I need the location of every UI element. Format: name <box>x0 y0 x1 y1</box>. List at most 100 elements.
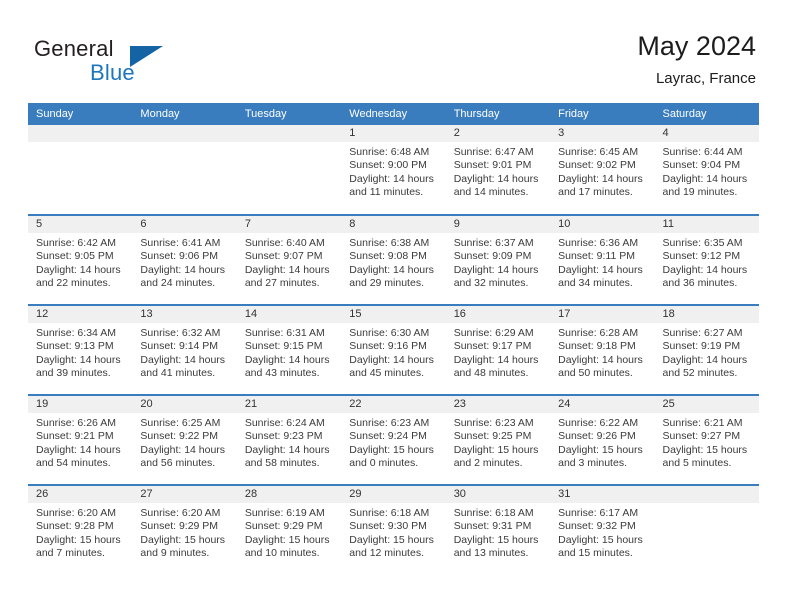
day-cell[interactable]: 19 Sunrise: 6:26 AM Sunset: 9:21 PM Dayl… <box>28 394 133 485</box>
day-details: Sunrise: 6:28 AM Sunset: 9:18 PM Dayligh… <box>550 323 654 380</box>
day-details: Sunrise: 6:44 AM Sunset: 9:04 PM Dayligh… <box>655 142 759 199</box>
sunset-text: Sunset: 9:25 PM <box>453 430 532 443</box>
page-title: May 2024 <box>637 31 756 61</box>
weekday-header-wednesday: Wednesday <box>341 103 446 125</box>
day-cell[interactable]: 1 Sunrise: 6:48 AM Sunset: 9:00 PM Dayli… <box>341 125 446 215</box>
day-number: 5 <box>28 216 133 233</box>
daylight-text-cont: and 45 minutes. <box>349 366 424 379</box>
daylight-text: Daylight: 14 hours <box>140 443 226 456</box>
day-cell[interactable]: 18 Sunrise: 6:27 AM Sunset: 9:19 PM Dayl… <box>654 304 759 395</box>
calendar-week-row: 1 Sunrise: 6:48 AM Sunset: 9:00 PM Dayli… <box>28 125 759 215</box>
day-cell[interactable]: 7 Sunrise: 6:40 AM Sunset: 9:07 PM Dayli… <box>236 214 342 305</box>
day-cell[interactable]: 16 Sunrise: 6:29 AM Sunset: 9:17 PM Dayl… <box>445 304 551 395</box>
day-cell[interactable]: 8 Sunrise: 6:38 AM Sunset: 9:08 PM Dayli… <box>341 214 446 305</box>
day-cell[interactable]: 2 Sunrise: 6:47 AM Sunset: 9:01 PM Dayli… <box>445 125 551 215</box>
daylight-text: Daylight: 14 hours <box>558 263 643 276</box>
page-header: General Blue May 2024 Layrac, France <box>0 0 792 103</box>
sunrise-text: Sunrise: 6:18 AM <box>453 507 534 519</box>
weekday-header-thursday: Thursday <box>445 103 551 125</box>
day-cell[interactable]: 25 Sunrise: 6:21 AM Sunset: 9:27 PM Dayl… <box>654 394 759 485</box>
daylight-text-cont: and 17 minutes. <box>558 185 633 198</box>
daylight-text-cont: and 39 minutes. <box>36 366 111 379</box>
day-cell[interactable]: 15 Sunrise: 6:30 AM Sunset: 9:16 PM Dayl… <box>341 304 446 395</box>
daylight-text: Daylight: 14 hours <box>453 353 539 366</box>
day-cell[interactable]: 24 Sunrise: 6:22 AM Sunset: 9:26 PM Dayl… <box>550 394 655 485</box>
calendar-week-row: 5 Sunrise: 6:42 AM Sunset: 9:05 PM Dayli… <box>28 214 759 305</box>
day-details: Sunrise: 6:47 AM Sunset: 9:01 PM Dayligh… <box>446 142 550 199</box>
day-cell[interactable]: 22 Sunrise: 6:23 AM Sunset: 9:24 PM Dayl… <box>341 394 446 485</box>
daylight-text-cont: and 0 minutes. <box>349 456 419 469</box>
day-cell[interactable]: 21 Sunrise: 6:24 AM Sunset: 9:23 PM Dayl… <box>236 394 342 485</box>
day-cell[interactable]: 12 Sunrise: 6:34 AM Sunset: 9:13 PM Dayl… <box>28 304 133 395</box>
sunrise-text: Sunrise: 6:38 AM <box>349 237 430 249</box>
sunset-text: Sunset: 9:12 PM <box>662 250 741 263</box>
day-cell[interactable]: 31 Sunrise: 6:17 AM Sunset: 9:32 PM Dayl… <box>550 484 655 575</box>
day-cell[interactable]: 9 Sunrise: 6:37 AM Sunset: 9:09 PM Dayli… <box>445 214 551 305</box>
sunrise-text: Sunrise: 6:19 AM <box>244 507 325 519</box>
daylight-text-cont: and 27 minutes. <box>244 276 320 289</box>
day-number: 22 <box>341 396 446 413</box>
sunrise-text: Sunrise: 6:17 AM <box>558 507 639 519</box>
day-cell[interactable]: 4 Sunrise: 6:44 AM Sunset: 9:04 PM Dayli… <box>654 125 759 215</box>
weekday-header-monday: Monday <box>132 103 237 125</box>
sunset-text: Sunset: 9:04 PM <box>662 159 741 172</box>
day-number: 30 <box>445 486 551 503</box>
day-cell[interactable]: 14 Sunrise: 6:31 AM Sunset: 9:15 PM Dayl… <box>236 304 342 395</box>
day-number: 29 <box>341 486 446 503</box>
day-number: 14 <box>236 306 342 323</box>
daylight-text: Daylight: 15 hours <box>558 533 643 546</box>
sunset-text: Sunset: 9:30 PM <box>349 520 427 533</box>
day-cell[interactable]: 28 Sunrise: 6:19 AM Sunset: 9:29 PM Dayl… <box>236 484 342 575</box>
calendar-table: Sunday Monday Tuesday Wednesday Thursday… <box>28 103 759 575</box>
day-cell[interactable]: 23 Sunrise: 6:23 AM Sunset: 9:25 PM Dayl… <box>445 394 551 485</box>
daylight-text-cont: and 10 minutes. <box>244 546 320 559</box>
day-cell[interactable]: 26 Sunrise: 6:20 AM Sunset: 9:28 PM Dayl… <box>28 484 133 575</box>
day-cell[interactable]: 11 Sunrise: 6:35 AM Sunset: 9:12 PM Dayl… <box>654 214 759 305</box>
sunrise-text: Sunrise: 6:18 AM <box>349 507 430 519</box>
daylight-text: Daylight: 15 hours <box>140 533 226 546</box>
daylight-text-cont: and 11 minutes. <box>349 185 424 198</box>
day-cell[interactable]: 3 Sunrise: 6:45 AM Sunset: 9:02 PM Dayli… <box>550 125 655 215</box>
sunrise-text: Sunrise: 6:44 AM <box>662 146 743 158</box>
calendar-week-row: 26 Sunrise: 6:20 AM Sunset: 9:28 PM Dayl… <box>28 484 759 575</box>
calendar-week-row: 19 Sunrise: 6:26 AM Sunset: 9:21 PM Dayl… <box>28 394 759 485</box>
sunset-text: Sunset: 9:29 PM <box>244 520 323 533</box>
daylight-text: Daylight: 14 hours <box>662 172 748 185</box>
daylight-text: Daylight: 14 hours <box>662 353 748 366</box>
sunset-text: Sunset: 9:14 PM <box>140 340 219 353</box>
sunset-text: Sunset: 9:13 PM <box>36 340 114 353</box>
day-cell[interactable]: 6 Sunrise: 6:41 AM Sunset: 9:06 PM Dayli… <box>132 214 237 305</box>
sunset-text: Sunset: 9:07 PM <box>244 250 323 263</box>
day-cell[interactable]: 10 Sunrise: 6:36 AM Sunset: 9:11 PM Dayl… <box>550 214 655 305</box>
day-cell[interactable]: 27 Sunrise: 6:20 AM Sunset: 9:29 PM Dayl… <box>132 484 237 575</box>
daylight-text-cont: and 3 minutes. <box>558 456 627 469</box>
daylight-text: Daylight: 14 hours <box>36 443 121 456</box>
sunset-text: Sunset: 9:27 PM <box>662 430 741 443</box>
day-details: Sunrise: 6:41 AM Sunset: 9:06 PM Dayligh… <box>132 233 236 290</box>
day-number: 10 <box>550 216 655 233</box>
day-details: Sunrise: 6:48 AM Sunset: 9:00 PM Dayligh… <box>341 142 445 199</box>
daylight-text-cont: and 36 minutes. <box>662 276 738 289</box>
sunrise-text: Sunrise: 6:35 AM <box>662 237 743 249</box>
day-details: Sunrise: 6:31 AM Sunset: 9:15 PM Dayligh… <box>237 323 341 380</box>
day-number: 26 <box>28 486 133 503</box>
day-details: Sunrise: 6:23 AM Sunset: 9:24 PM Dayligh… <box>341 413 445 470</box>
daylight-text: Daylight: 14 hours <box>349 172 434 185</box>
sunrise-text: Sunrise: 6:21 AM <box>662 417 743 429</box>
day-cell[interactable]: 29 Sunrise: 6:18 AM Sunset: 9:30 PM Dayl… <box>341 484 446 575</box>
sunset-text: Sunset: 9:23 PM <box>244 430 323 443</box>
day-cell[interactable]: 5 Sunrise: 6:42 AM Sunset: 9:05 PM Dayli… <box>28 214 133 305</box>
general-blue-logo[interactable]: General Blue <box>34 36 214 92</box>
day-cell[interactable]: 13 Sunrise: 6:32 AM Sunset: 9:14 PM Dayl… <box>132 304 237 395</box>
daylight-text-cont: and 43 minutes. <box>244 366 320 379</box>
day-details: Sunrise: 6:25 AM Sunset: 9:22 PM Dayligh… <box>132 413 236 470</box>
calendar-body: 1 Sunrise: 6:48 AM Sunset: 9:00 PM Dayli… <box>28 125 759 575</box>
sunrise-text: Sunrise: 6:36 AM <box>558 237 639 249</box>
day-cell[interactable]: 30 Sunrise: 6:18 AM Sunset: 9:31 PM Dayl… <box>445 484 551 575</box>
day-cell[interactable]: 17 Sunrise: 6:28 AM Sunset: 9:18 PM Dayl… <box>550 304 655 395</box>
daylight-text-cont: and 19 minutes. <box>662 185 738 198</box>
day-number <box>654 486 759 503</box>
day-cell[interactable]: 20 Sunrise: 6:25 AM Sunset: 9:22 PM Dayl… <box>132 394 237 485</box>
day-number: 27 <box>132 486 237 503</box>
sunrise-text: Sunrise: 6:40 AM <box>244 237 325 249</box>
